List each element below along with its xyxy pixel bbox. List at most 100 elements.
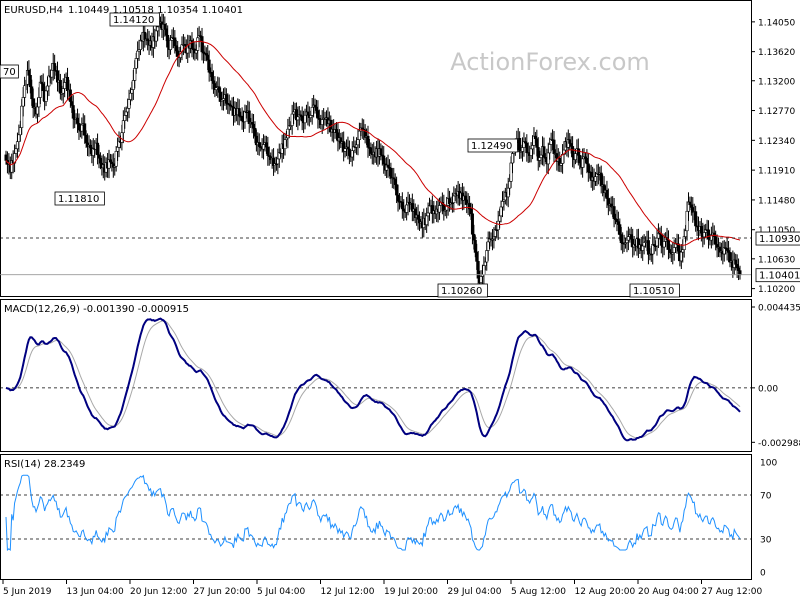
candle-body	[169, 39, 173, 50]
candle-body	[356, 139, 360, 146]
candle-body	[535, 138, 539, 148]
candle-body	[581, 158, 585, 168]
candle-body	[124, 111, 128, 116]
candle-body	[625, 239, 629, 243]
swing-label-text: 1.10260	[441, 286, 482, 297]
candle-body	[4, 154, 8, 161]
swing-label: 1.12490	[467, 138, 518, 153]
candle-body	[128, 92, 132, 100]
price-tick-label: 1.11480	[758, 196, 795, 206]
candle-body	[699, 226, 703, 234]
candle-body	[343, 148, 347, 152]
candle-body	[156, 26, 160, 32]
candle-body	[482, 265, 486, 276]
candle-body	[58, 79, 62, 94]
candle-body	[485, 250, 489, 263]
candle-body	[573, 153, 577, 160]
price-tick-label: 1.11910	[758, 167, 795, 177]
candle-body	[23, 85, 27, 98]
candle-body	[578, 155, 582, 164]
candle-body	[475, 252, 479, 262]
candle-body	[63, 82, 67, 89]
candle-body	[548, 144, 552, 154]
candle-body	[237, 108, 241, 117]
candle-body	[30, 86, 34, 100]
candle-body	[41, 83, 45, 91]
candle-body	[659, 233, 663, 246]
candle-body	[210, 72, 214, 82]
candle-body	[694, 211, 698, 227]
x-tick-label: 5 Aug 12:00	[511, 587, 566, 597]
candle-body	[126, 107, 130, 113]
x-tick-label: 13 Jun 04:00	[67, 587, 124, 597]
macd-panel-frame	[0, 299, 752, 452]
candle-body	[17, 134, 21, 143]
x-tick-label: 20 Jun 12:00	[130, 587, 187, 597]
swing-label-text: 1.12490	[471, 141, 512, 152]
price-ohlc: 1.10449 1.10518 1.10354 1.10401	[68, 5, 243, 16]
candle-body	[599, 172, 603, 187]
candle-body	[619, 234, 623, 244]
price-tick-label: 1.13200	[758, 77, 795, 87]
candle-body	[127, 99, 131, 109]
candle-body	[538, 157, 542, 161]
candle-body	[463, 195, 467, 201]
candle-body	[395, 184, 399, 196]
candle-body	[685, 210, 689, 232]
candle-body	[529, 148, 533, 156]
candle-body	[616, 221, 620, 225]
candle-body	[211, 80, 215, 84]
candle-body	[486, 241, 490, 251]
swing-label: 1.11810	[54, 191, 105, 206]
candle-body	[386, 164, 390, 168]
candle-body	[684, 230, 688, 237]
candle-body	[114, 150, 118, 167]
candle-body	[655, 237, 659, 247]
candle-body	[542, 146, 546, 158]
candle-body	[593, 176, 597, 182]
candle-body	[525, 142, 529, 154]
candle-body	[70, 101, 74, 106]
swing-label-text: 1.10510	[633, 286, 674, 297]
rsi-title: RSI(14) 28.2349	[4, 459, 85, 470]
macd-tick-label: 0.004435	[758, 304, 800, 314]
candle-body	[615, 219, 619, 222]
candle-body	[438, 205, 442, 213]
candle-body	[626, 236, 630, 241]
candle-body	[243, 111, 247, 123]
x-tick-label: 5 Jul 04:00	[257, 587, 306, 597]
price-tick-label: 1.12340	[758, 137, 795, 147]
candle-body	[396, 194, 400, 202]
candle-body	[257, 142, 261, 147]
candle-body	[725, 248, 729, 251]
candle-body	[379, 148, 383, 156]
candle-body	[296, 116, 300, 121]
candle-body	[163, 24, 167, 30]
candle-body	[452, 195, 456, 203]
candle-body	[629, 234, 633, 240]
candle-body	[61, 88, 65, 94]
candle-body	[200, 36, 204, 53]
candle-body	[496, 220, 500, 231]
candle-body	[521, 147, 525, 152]
candle-body	[539, 154, 543, 158]
candle-body	[681, 249, 685, 253]
candle-body	[166, 34, 170, 48]
candle-body	[88, 144, 92, 149]
candle-body	[276, 158, 280, 165]
candle-body	[306, 111, 310, 116]
x-tick-label: 12 Jul 12:00	[321, 587, 375, 597]
candle-body	[53, 63, 57, 71]
candle-body	[320, 119, 324, 125]
rsi-tick-label: 30	[760, 536, 772, 546]
price-title: EURUSD,H4	[4, 5, 63, 16]
candle-body	[240, 115, 244, 122]
candle-body	[737, 267, 741, 271]
candle-body	[546, 152, 550, 165]
candle-body	[28, 75, 32, 88]
candle-body	[123, 115, 127, 121]
candle-body	[77, 123, 81, 131]
candle-body	[470, 213, 474, 235]
candle-body	[76, 117, 80, 124]
candle-body	[569, 143, 573, 147]
